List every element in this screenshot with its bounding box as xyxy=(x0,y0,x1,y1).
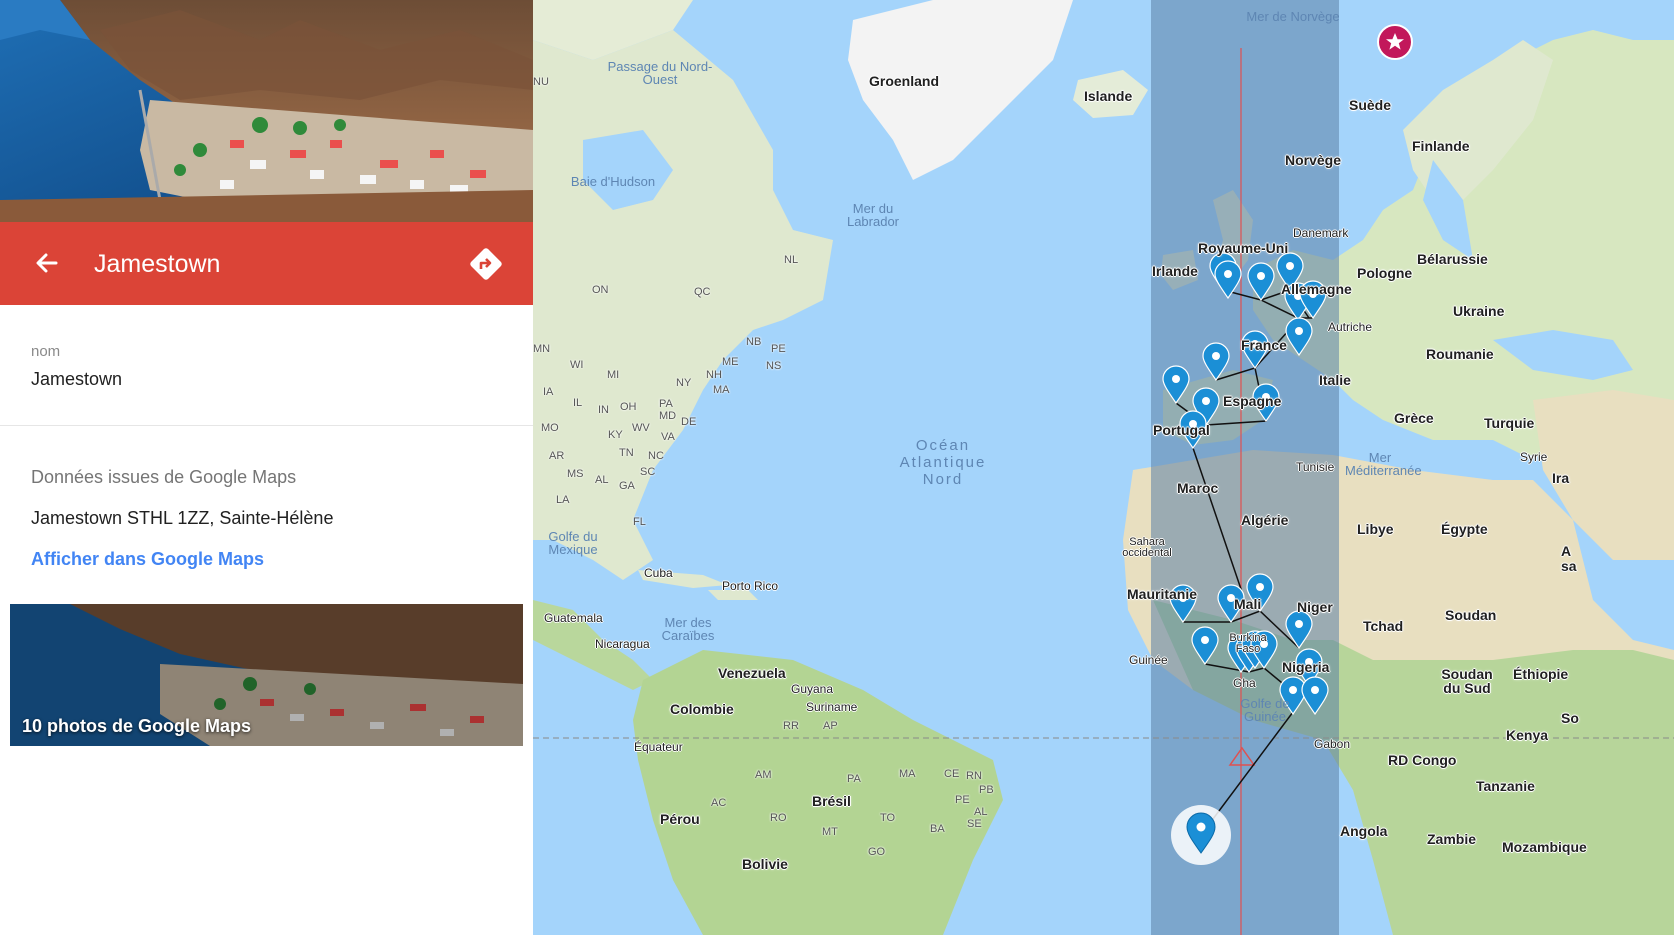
map-view[interactable]: Groenland Islande Suède Finlande Norvège Dane… xyxy=(533,0,1674,935)
name-value: Jamestown xyxy=(31,369,123,389)
place-title: Jamestown xyxy=(94,250,221,278)
map-canvas[interactable] xyxy=(533,0,1674,935)
arrow-left-icon xyxy=(36,253,58,273)
directions-icon xyxy=(470,248,502,280)
name-field-section: nom Jamestown xyxy=(0,305,533,426)
place-details-panel: Jamestown nom Jamestown Données issues d… xyxy=(0,0,533,935)
directions-button[interactable] xyxy=(466,244,506,284)
place-header: Jamestown xyxy=(0,222,533,305)
star-pin-icon[interactable] xyxy=(1377,24,1413,60)
view-in-google-maps-link[interactable]: Afficher dans Google Maps xyxy=(31,549,264,570)
photos-card[interactable]: 10 photos de Google Maps xyxy=(10,604,523,746)
address-text: Jamestown STHL 1ZZ, Sainte-Hélène xyxy=(31,508,334,528)
selection-band xyxy=(1151,0,1339,935)
name-label: nom xyxy=(31,343,61,360)
back-button[interactable] xyxy=(26,244,66,284)
photos-caption: 10 photos de Google Maps xyxy=(22,716,252,736)
place-hero-photo[interactable] xyxy=(0,0,533,222)
google-maps-data-heading: Données issues de Google Maps xyxy=(31,467,297,487)
